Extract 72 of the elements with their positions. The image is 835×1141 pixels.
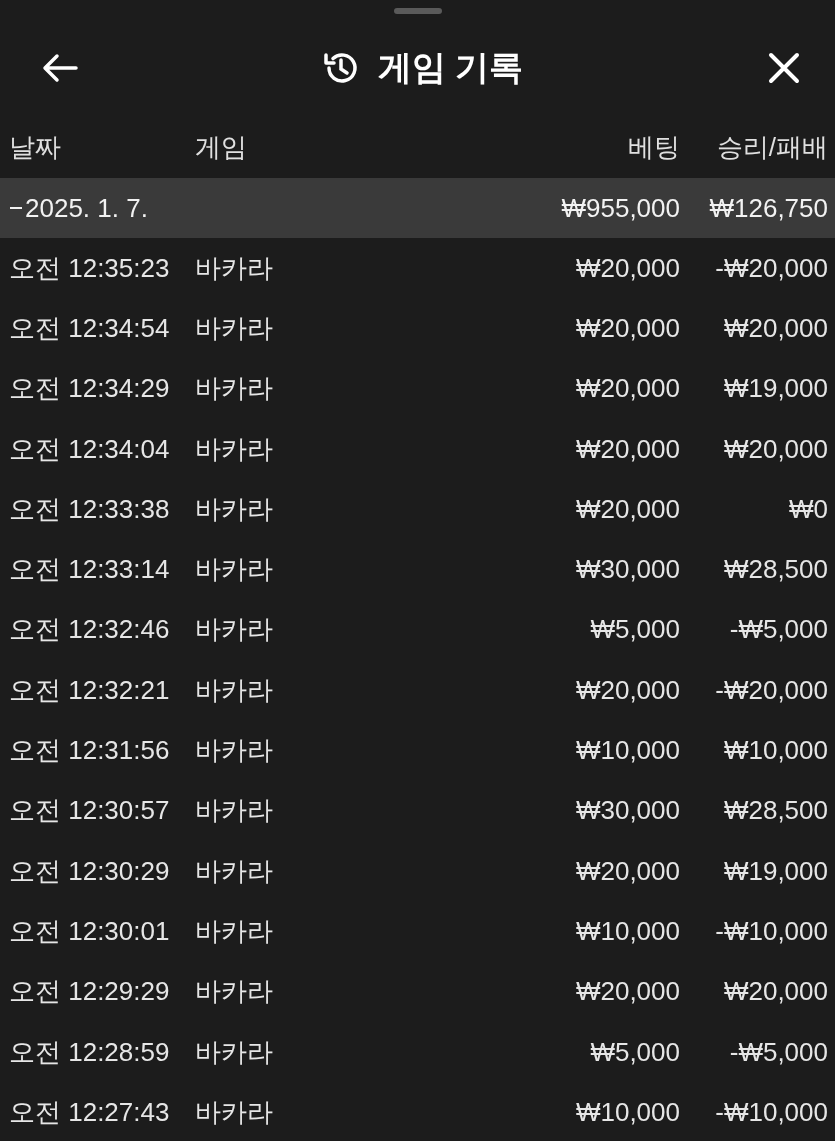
column-header: 승리/패배 xyxy=(715,130,828,164)
column-header: 베팅 xyxy=(627,130,680,164)
time-cell-text: 오전 12:34:29 xyxy=(9,372,171,406)
result-cell-text: ₩19,000 xyxy=(722,855,828,887)
column-header: 게임 xyxy=(195,130,248,164)
result-cell-text: -₩20,000 xyxy=(714,252,828,284)
result-cell-text: -₩20,000 xyxy=(714,674,828,706)
result-cell-text: -₩10,000 xyxy=(714,915,828,947)
result-cell-text: -₩10,000 xyxy=(714,1096,828,1128)
time-cell-text: 오전 12:35:23 xyxy=(9,251,171,285)
bet-cell-text: ₩10,000 xyxy=(574,915,680,947)
total-result: ₩126,750 xyxy=(708,192,828,224)
game-cell-text: 바카라 xyxy=(195,251,274,285)
game-cell-text: 바카라 xyxy=(195,673,274,707)
bet-cell-text: ₩20,000 xyxy=(574,433,680,465)
column-header: 날짜 xyxy=(9,130,62,164)
result-cell-text: ₩28,500 xyxy=(722,554,828,586)
close-icon xyxy=(767,51,801,85)
bet-cell-text: ₩20,000 xyxy=(574,252,680,284)
result-cell-text: ₩19,000 xyxy=(722,373,828,405)
total-bet: ₩955,000 xyxy=(560,192,680,224)
result-cell-text: ₩20,000 xyxy=(722,433,828,465)
game-cell-text: 바카라 xyxy=(195,372,274,406)
time-cell-text: 오전 12:31:56 xyxy=(9,734,171,767)
game-cell-text: 바카라 xyxy=(195,1035,274,1069)
drag-handle[interactable] xyxy=(393,8,442,14)
result-cell-text: -₩5,000 xyxy=(728,1036,828,1068)
time-cell-text: 오전 12:29:29 xyxy=(9,975,171,1009)
time-cell-text: 오전 12:33:14 xyxy=(9,553,171,587)
bet-cell-text: ₩20,000 xyxy=(574,976,680,1008)
time-cell-text: 오전 12:28:59 xyxy=(9,1035,171,1069)
bet-cell-text: ₩20,000 xyxy=(574,674,680,706)
game-cell-text: 바카라 xyxy=(195,794,274,828)
game-cell-text: 바카라 xyxy=(195,432,274,466)
bet-cell-text: ₩10,000 xyxy=(574,735,680,766)
time-cell-text: 오전 12:30:01 xyxy=(9,914,171,948)
game-cell-text: 바카라 xyxy=(195,914,274,948)
game-cell-text: 바카라 xyxy=(195,734,274,767)
result-cell-text: -₩5,000 xyxy=(728,614,828,646)
time-cell-text: 오전 12:32:46 xyxy=(9,613,171,647)
date-group-row[interactable]: 2025. 1. 7. ₩955,000 ₩126,750 xyxy=(0,178,835,238)
bet-cell-text: ₩30,000 xyxy=(574,795,680,827)
result-cell-text: ₩10,000 xyxy=(722,735,828,766)
time-cell-text: 오전 12:34:54 xyxy=(9,311,171,345)
time-cell-text: 오전 12:30:29 xyxy=(9,854,171,888)
bet-cell-text: ₩10,000 xyxy=(574,1096,680,1128)
bet-cell-text: ₩20,000 xyxy=(574,493,680,525)
group-date: 2025. 1. 7. xyxy=(25,192,148,224)
game-cell-text: 바카라 xyxy=(195,854,274,888)
time-cell-text: 오전 12:34:04 xyxy=(9,432,171,466)
time-cell-text: 오전 12:27:43 xyxy=(9,1095,171,1129)
bet-cell-text: ₩20,000 xyxy=(574,312,680,344)
game-cell-text: 바카라 xyxy=(195,311,274,345)
bet-cell-text: ₩5,000 xyxy=(589,1036,680,1068)
game-cell-text: 바카라 xyxy=(195,975,274,1009)
result-cell-text: ₩0 xyxy=(788,493,828,525)
game-cell-text: 바카라 xyxy=(195,613,274,647)
time-cell-text: 오전 12:32:21 xyxy=(9,673,171,707)
window-title: 게임 기록 xyxy=(377,47,524,88)
result-cell-text: ₩20,000 xyxy=(722,976,828,1008)
back-arrow-icon xyxy=(42,53,78,83)
bet-cell-text: ₩5,000 xyxy=(589,614,680,646)
result-cell-text: ₩28,500 xyxy=(722,795,828,827)
game-cell-text: 바카라 xyxy=(195,492,274,526)
game-cell-text: 바카라 xyxy=(195,553,274,587)
game-cell-text: 바카라 xyxy=(195,1095,274,1129)
time-cell-text: 오전 12:30:57 xyxy=(9,794,171,828)
bet-cell-text: ₩30,000 xyxy=(574,554,680,586)
bet-cell-text: ₩20,000 xyxy=(574,855,680,887)
time-cell-text: 오전 12:33:38 xyxy=(9,492,171,526)
bet-cell-text: ₩20,000 xyxy=(574,373,680,405)
result-cell-text: ₩20,000 xyxy=(722,312,828,344)
